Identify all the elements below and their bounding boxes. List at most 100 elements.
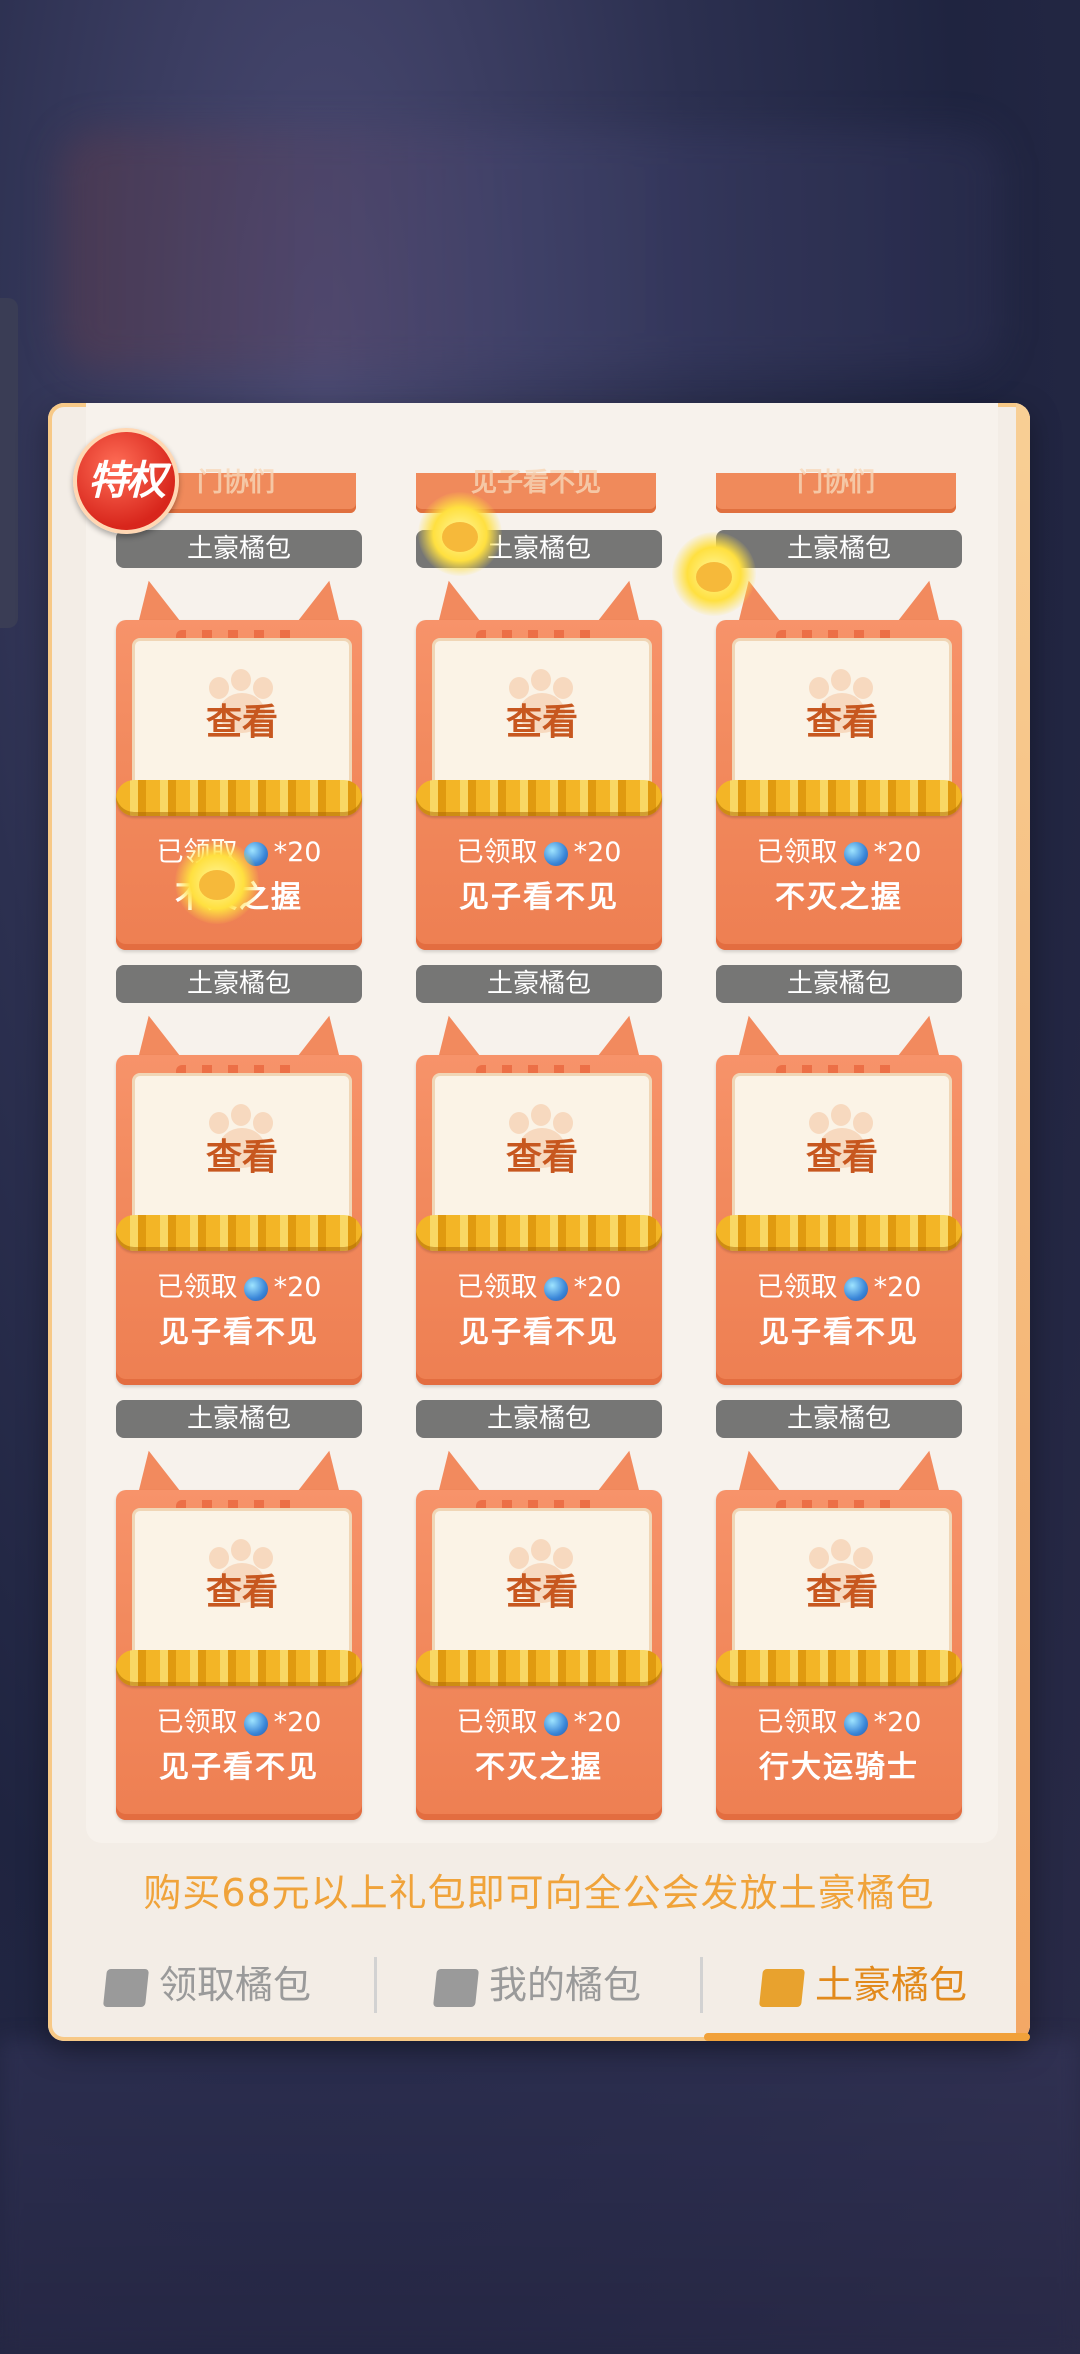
packet-tag: 土豪橘包 bbox=[716, 965, 962, 1003]
view-button[interactable]: 查看 bbox=[135, 1563, 349, 1615]
gem-icon bbox=[843, 1276, 868, 1301]
active-tab-indicator bbox=[704, 2033, 1030, 2041]
card-paper: 查看 bbox=[432, 638, 652, 796]
tab-divider bbox=[374, 1957, 377, 2013]
gold-chain bbox=[416, 780, 662, 816]
status-text: 已领取 bbox=[156, 1707, 238, 1738]
claim-status: 已领取 *20 bbox=[416, 1265, 662, 1304]
privilege-badge: 特权 bbox=[73, 428, 179, 534]
packet-tag: 土豪橘包 bbox=[116, 530, 362, 568]
red-packet-card[interactable]: 查看已领取 *20 不灭之握 bbox=[415, 1443, 663, 1820]
view-button[interactable]: 查看 bbox=[135, 693, 349, 745]
packet-tag: 土豪橘包 bbox=[116, 965, 362, 1003]
partial-card[interactable]: 门协们 bbox=[716, 470, 956, 513]
card-paper: 查看 bbox=[132, 1073, 352, 1231]
amount: *20 bbox=[273, 1272, 322, 1303]
footer-hint: 购买68元以上礼包即可向全公会发放土豪橘包 bbox=[143, 1871, 935, 1915]
partial-card-sender: 见子看不见 bbox=[470, 468, 601, 498]
tab-claim-label: 领取橘包 bbox=[158, 1963, 311, 2007]
view-button[interactable]: 查看 bbox=[435, 1563, 649, 1615]
gold-chain bbox=[416, 1215, 662, 1251]
side-handle[interactable] bbox=[0, 298, 18, 628]
gold-chain bbox=[116, 780, 362, 816]
amount: *20 bbox=[573, 837, 622, 868]
sender-name: 不灭之握 bbox=[475, 1750, 603, 1785]
claim-status: 已领取 *20 bbox=[716, 1700, 962, 1739]
card-paper: 查看 bbox=[732, 1508, 952, 1666]
tab-claim[interactable]: 领取橘包 bbox=[48, 1935, 368, 2035]
paw-sparkle-icon bbox=[672, 532, 756, 616]
gem-icon bbox=[843, 1711, 868, 1736]
claim-status: 已领取 *20 bbox=[416, 1700, 662, 1739]
red-packet-card[interactable]: 查看已领取 *20 见子看不见 bbox=[715, 1008, 963, 1385]
red-packet-card[interactable]: 查看已领取 *20 行大运骑士 bbox=[715, 1443, 963, 1820]
red-packet-card[interactable]: 查看已领取 *20 见子看不见 bbox=[115, 1008, 363, 1385]
amount: *20 bbox=[873, 1707, 922, 1738]
view-button[interactable]: 查看 bbox=[435, 693, 649, 745]
status-text: 已领取 bbox=[756, 1272, 838, 1303]
gold-chain bbox=[116, 1650, 362, 1686]
card-paper: 查看 bbox=[432, 1073, 652, 1231]
gem-icon bbox=[843, 841, 868, 866]
view-button[interactable]: 查看 bbox=[435, 1128, 649, 1180]
envelope-icon bbox=[432, 1968, 479, 2007]
card-paper: 查看 bbox=[732, 1073, 952, 1231]
amount: *20 bbox=[573, 1707, 622, 1738]
status-text: 已领取 bbox=[756, 1707, 838, 1738]
status-text: 已领取 bbox=[456, 837, 538, 868]
red-packet-card[interactable]: 查看已领取 *20 见子看不见 bbox=[115, 1443, 363, 1820]
background-blur bbox=[60, 130, 1000, 370]
envelope-paw-icon bbox=[102, 1968, 149, 2007]
paw-sparkle-icon bbox=[418, 492, 502, 576]
sender-name: 不灭之握 bbox=[775, 880, 903, 915]
tab-mine[interactable]: 我的橘包 bbox=[378, 1935, 698, 2035]
claim-status: 已领取 *20 bbox=[716, 830, 962, 869]
gem-icon bbox=[243, 1711, 268, 1736]
tab-rich[interactable]: 土豪橘包 bbox=[704, 1935, 1024, 2035]
gold-chain bbox=[716, 1215, 962, 1251]
view-button[interactable]: 查看 bbox=[735, 1563, 949, 1615]
gem-icon bbox=[543, 841, 568, 866]
gold-chain bbox=[116, 1215, 362, 1251]
tab-mine-label: 我的橘包 bbox=[488, 1963, 641, 2007]
status-text: 已领取 bbox=[456, 1272, 538, 1303]
amount: *20 bbox=[873, 1272, 922, 1303]
packet-tag: 土豪橘包 bbox=[716, 1400, 962, 1438]
red-packet-card[interactable]: 查看已领取 *20 见子看不见 bbox=[415, 573, 663, 950]
claim-status: 已领取 *20 bbox=[116, 1700, 362, 1739]
card-paper: 查看 bbox=[732, 638, 952, 796]
tab-divider bbox=[700, 1957, 703, 2013]
gem-icon bbox=[543, 1276, 568, 1301]
panel-edge bbox=[1016, 403, 1030, 2041]
paw-sparkle-icon bbox=[175, 840, 259, 924]
card-paper: 查看 bbox=[132, 1508, 352, 1666]
gold-chain bbox=[716, 1650, 962, 1686]
status-text: 已领取 bbox=[156, 1272, 238, 1303]
tab-rich-label: 土豪橘包 bbox=[814, 1963, 967, 2007]
bottom-tabs: 领取橘包 我的橘包 土豪橘包 bbox=[48, 1935, 1030, 2041]
red-packet-card[interactable]: 查看已领取 *20 见子看不见 bbox=[415, 1008, 663, 1385]
sender-name: 见子看不见 bbox=[759, 1315, 919, 1350]
envelope-gold-icon bbox=[758, 1968, 805, 2007]
gem-icon bbox=[543, 1711, 568, 1736]
amount: *20 bbox=[273, 837, 322, 868]
sender-name: 见子看不见 bbox=[459, 880, 619, 915]
packet-tag: 土豪橘包 bbox=[416, 1400, 662, 1438]
claim-status: 已领取 *20 bbox=[116, 1265, 362, 1304]
view-button[interactable]: 查看 bbox=[735, 1128, 949, 1180]
gold-chain bbox=[716, 780, 962, 816]
claim-status: 已领取 *20 bbox=[716, 1265, 962, 1304]
sender-name: 见子看不见 bbox=[159, 1750, 319, 1785]
view-button[interactable]: 查看 bbox=[735, 693, 949, 745]
status-text: 已领取 bbox=[756, 837, 838, 868]
card-paper: 查看 bbox=[132, 638, 352, 796]
sender-name: 行大运骑士 bbox=[759, 1750, 919, 1785]
packet-tag: 土豪橘包 bbox=[416, 965, 662, 1003]
red-packet-card[interactable]: 查看已领取 *20 不灭之握 bbox=[715, 573, 963, 950]
amount: *20 bbox=[873, 837, 922, 868]
sender-name: 见子看不见 bbox=[459, 1315, 619, 1350]
view-button[interactable]: 查看 bbox=[135, 1128, 349, 1180]
amount: *20 bbox=[573, 1272, 622, 1303]
sender-name: 见子看不见 bbox=[159, 1315, 319, 1350]
claim-status: 已领取 *20 bbox=[416, 830, 662, 869]
